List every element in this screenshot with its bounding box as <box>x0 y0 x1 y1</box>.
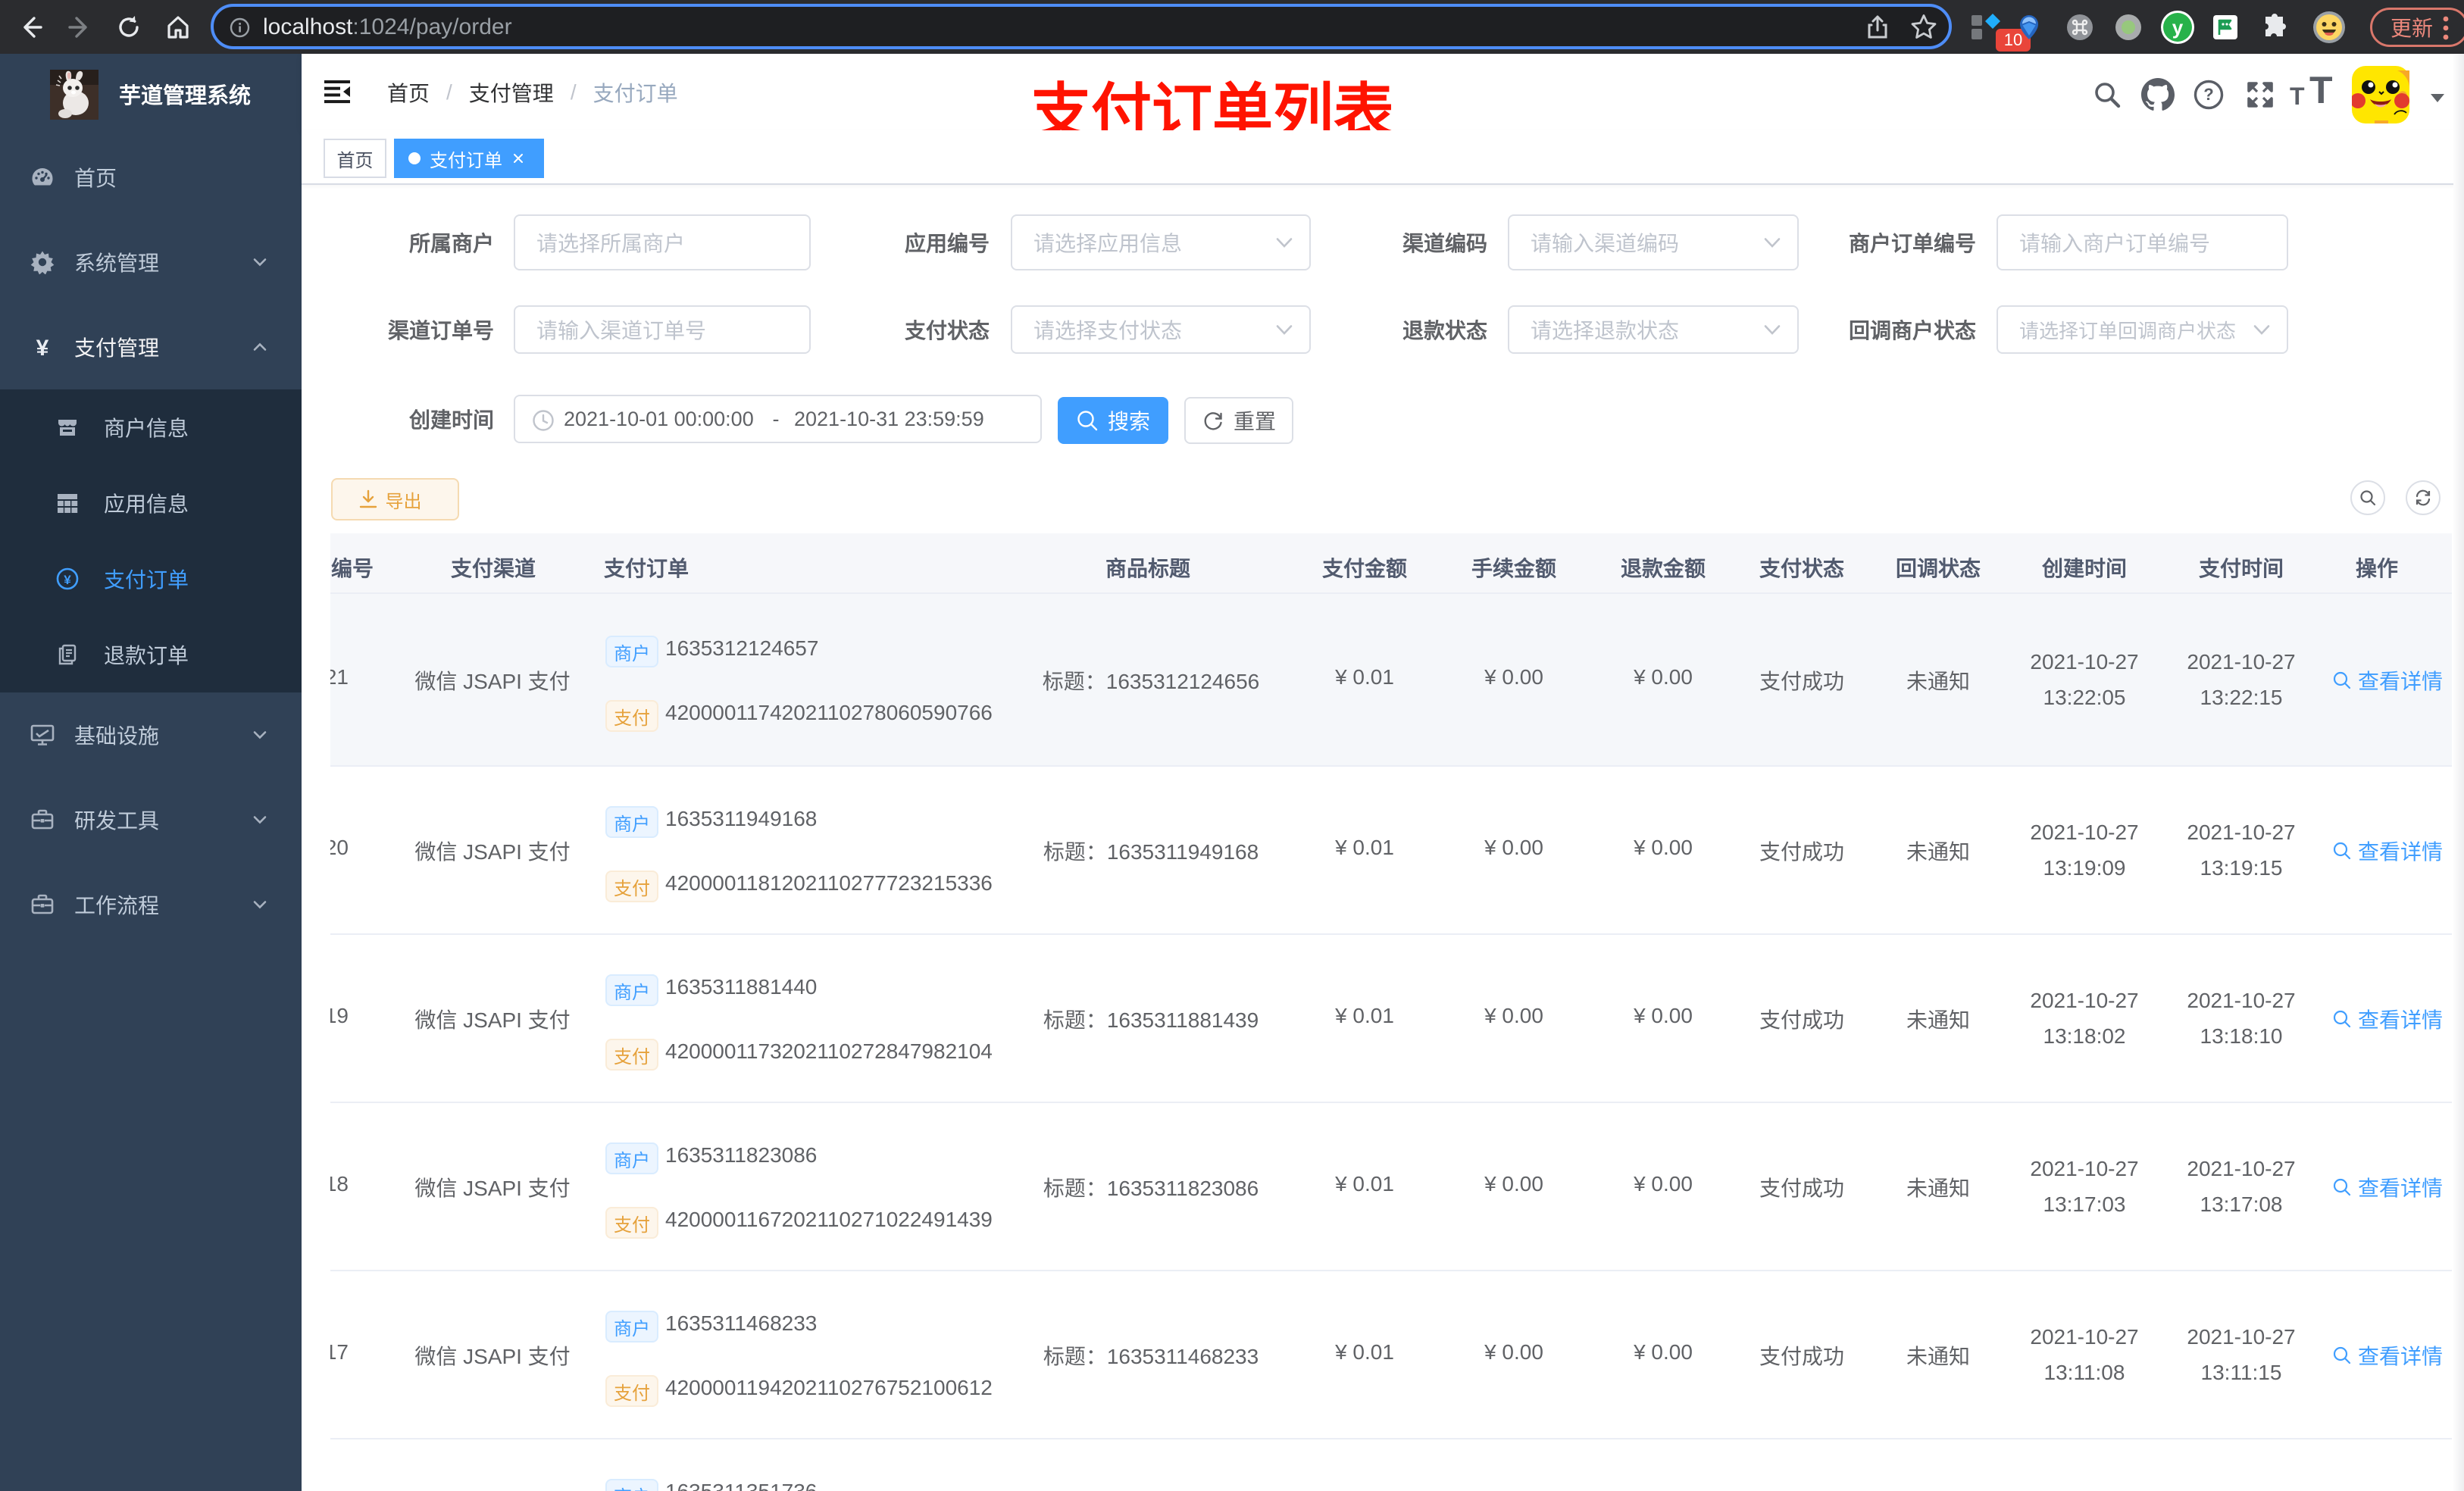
svg-text:¥: ¥ <box>36 336 49 359</box>
svg-text:¥: ¥ <box>64 573 71 587</box>
svg-text:y: y <box>2172 16 2184 39</box>
svg-text:?: ? <box>2203 85 2213 104</box>
